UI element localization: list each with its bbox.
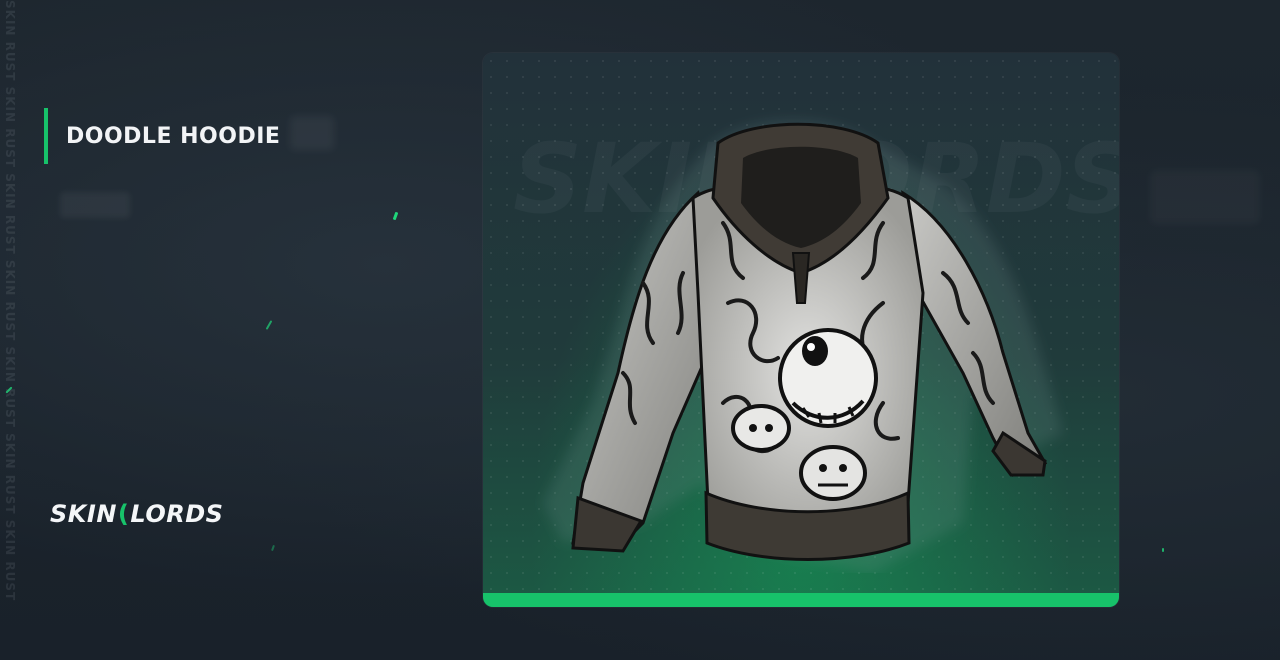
hoodie-icon — [543, 120, 1063, 573]
brand-name-right: LORDS — [130, 500, 224, 528]
side-watermark: SKIN RUST SKIN RUST SKIN RUST SKIN RUST … — [0, 0, 18, 660]
title-accent-bar — [44, 108, 48, 164]
item-title: DOODLE HOODIE — [66, 124, 281, 149]
blurred-background-element — [1150, 170, 1260, 224]
side-watermark-text: SKIN RUST SKIN RUST SKIN RUST SKIN RUST … — [3, 0, 17, 602]
blurred-tag — [60, 192, 130, 218]
green-speck — [1162, 548, 1164, 552]
brand-slash-icon: ( — [117, 500, 130, 528]
blurred-tag — [290, 116, 334, 150]
card-accent-bar — [483, 593, 1119, 607]
brand-name-left: SKIN — [50, 500, 117, 528]
item-card: SKINLORDS — [483, 53, 1119, 607]
brand-logo: SKIN ( LORDS — [50, 500, 223, 528]
